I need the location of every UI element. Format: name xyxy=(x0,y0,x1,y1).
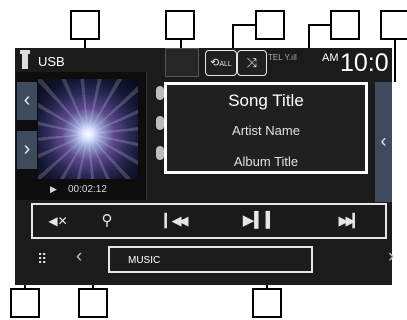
mute-button[interactable]: ◀✕ xyxy=(41,210,75,232)
art-next-button[interactable]: › xyxy=(17,131,37,169)
play-indicator-icon: ▶ xyxy=(50,184,57,194)
repeat-icon: ⟲ xyxy=(210,57,220,69)
chevron-right-icon: › xyxy=(23,138,31,160)
track-info-panel[interactable]: Song Title Artist Name Album Title xyxy=(164,82,368,174)
callout-art xyxy=(70,10,100,40)
status-icons: TEL Y.ıll xyxy=(268,53,297,62)
usb-icon xyxy=(20,50,30,69)
menu-grid-button[interactable]: ⠿ xyxy=(37,251,53,267)
leader-side xyxy=(394,40,396,82)
callout-music xyxy=(252,288,282,318)
play-pause-icon: ▶▍▍ xyxy=(242,212,278,229)
leader-info-1 xyxy=(308,24,330,26)
bottom-prev-button[interactable]: ‹ xyxy=(76,246,82,268)
chevron-left-icon: ‹ xyxy=(380,131,387,151)
callout-controls xyxy=(78,288,108,318)
callout-mode xyxy=(165,10,195,40)
play-pause-button[interactable]: ▶▍▍ xyxy=(238,210,282,232)
leader-repeat-2 xyxy=(232,24,234,50)
clock-ampm: AM xyxy=(322,52,339,64)
music-source-bar[interactable]: MUSIC xyxy=(108,246,313,273)
album-tag-icon xyxy=(156,146,164,160)
shuffle-button[interactable]: ⤨ xyxy=(237,50,267,76)
grid-icon: ⠿ xyxy=(37,251,48,267)
shuffle-icon: ⤨ xyxy=(246,55,258,70)
source-label: USB xyxy=(38,54,65,69)
next-track-button[interactable]: ▶▶▎ xyxy=(327,210,371,232)
chevron-right-icon: › xyxy=(388,246,395,267)
leader-repeat-1 xyxy=(232,24,256,26)
side-panel-button[interactable]: ‹ xyxy=(375,82,392,202)
next-track-icon: ▶▶▎ xyxy=(338,213,363,228)
mute-icon: ◀✕ xyxy=(48,214,68,228)
clock-time: 10:0 xyxy=(340,49,389,77)
elapsed-time: 00:02:12 xyxy=(68,184,107,195)
callout-side-panel xyxy=(380,10,407,40)
previous-track-button[interactable]: ▎◀◀ xyxy=(153,210,197,232)
callout-art-nav xyxy=(10,288,40,318)
callout-info xyxy=(330,10,360,40)
bottom-next-button[interactable]: › xyxy=(388,246,394,268)
music-label: MUSIC xyxy=(128,255,161,266)
mode-indicator xyxy=(165,48,199,77)
song-tag-icon xyxy=(156,86,164,100)
search-button[interactable]: ⚲ xyxy=(95,210,119,232)
album-art[interactable] xyxy=(38,79,138,179)
song-title: Song Title xyxy=(228,91,304,110)
search-icon: ⚲ xyxy=(101,212,113,229)
artist-name: Artist Name xyxy=(232,123,300,138)
repeat-button[interactable]: ⟲ALL xyxy=(205,50,237,76)
art-previous-button[interactable]: ‹ xyxy=(17,82,37,120)
album-title: Album Title xyxy=(233,154,299,169)
repeat-label: ALL xyxy=(219,61,232,68)
artist-tag-icon xyxy=(156,116,164,130)
control-bar: ◀✕ ⚲ ▎◀◀ ▶▍▍ ▶▶▎ xyxy=(31,203,387,239)
callout-repeat-shuffle xyxy=(255,10,285,40)
chevron-left-icon: ‹ xyxy=(23,89,31,111)
chevron-left-icon: ‹ xyxy=(76,246,83,267)
previous-track-icon: ▎◀◀ xyxy=(164,213,189,228)
